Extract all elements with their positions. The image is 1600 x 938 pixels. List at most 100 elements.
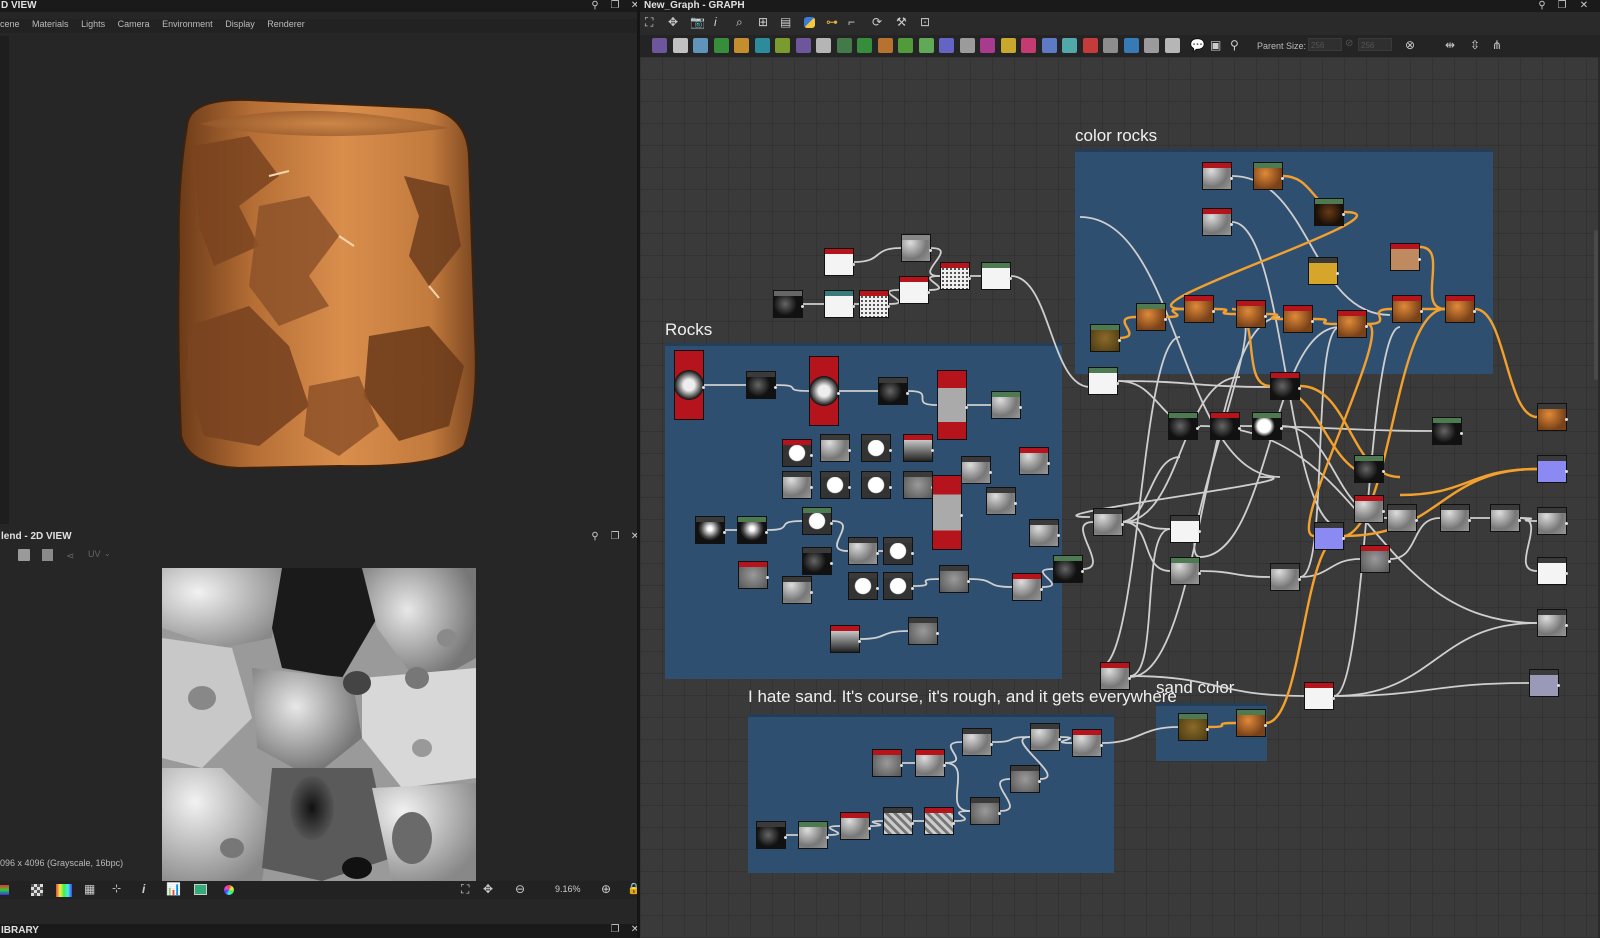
node-output-port[interactable] [830,562,833,565]
graph-wire[interactable] [944,741,963,764]
node-output-port[interactable] [1557,684,1560,687]
node-output-port[interactable] [1281,177,1284,180]
search-icon[interactable]: ⌕ [736,15,743,30]
node-library-icon[interactable] [672,38,688,53]
zoom-in-icon[interactable]: ⊕ [601,882,611,896]
graph-node[interactable] [1093,508,1124,536]
menu-lights[interactable]: Lights [81,19,105,29]
node-output-port[interactable] [1128,677,1131,680]
node-output-port[interactable] [810,454,813,457]
graph-node[interactable] [962,728,993,756]
graph-node[interactable] [824,290,855,318]
graph-node[interactable] [899,276,930,304]
menu-materials[interactable]: Materials [32,19,69,29]
document-icon[interactable]: ▤ [780,15,791,29]
graph-node[interactable] [782,439,813,467]
graph-node[interactable] [1537,455,1568,483]
pin-icon[interactable]: ⚲ [589,531,601,543]
node-library-icon[interactable] [693,38,708,53]
frame-icon[interactable]: ▣ [1210,38,1221,52]
graph-node[interactable] [820,434,851,462]
graph-node[interactable] [1387,504,1418,532]
graph-node[interactable] [1252,412,1283,440]
node-output-port[interactable] [1565,572,1568,575]
graph-node[interactable] [1490,504,1521,532]
node-output-port[interactable] [810,486,813,489]
node-output-port[interactable] [1415,519,1418,522]
node-library-icon[interactable] [980,38,995,53]
node-library-icon[interactable] [877,38,893,53]
node-output-port[interactable] [1058,738,1061,741]
graph-node[interactable] [932,475,963,550]
graph-node[interactable] [798,821,829,849]
node-output-port[interactable] [927,291,930,294]
graph-node[interactable] [872,749,903,777]
graph-node[interactable] [1236,300,1267,328]
node-library-icon[interactable] [1000,38,1016,53]
graph-node[interactable] [1090,324,1121,352]
node-library-icon[interactable] [1062,38,1077,53]
node-output-port[interactable] [1206,728,1209,731]
node-output-port[interactable] [1230,177,1233,180]
graph-wire[interactable] [1333,622,1538,697]
fit-view-icon[interactable]: ⛶ [461,882,469,897]
graph-wire[interactable] [1041,568,1054,588]
graph-node[interactable] [1202,162,1233,190]
graph-wire[interactable] [1129,316,1281,678]
node-output-port[interactable] [810,591,813,594]
graph-node[interactable] [1170,557,1201,585]
export-icon[interactable]: ⊡ [920,15,930,29]
graph-node[interactable] [1537,507,1568,535]
node-output-port[interactable] [952,822,955,825]
graph-node[interactable] [848,537,879,565]
graph-node[interactable] [883,537,914,565]
uv-dropdown[interactable]: UV [88,549,101,559]
node-output-port[interactable] [1565,418,1568,421]
menu-environment[interactable]: Environment [162,19,213,29]
graph-node[interactable] [1012,573,1043,601]
graph-node[interactable] [903,471,934,499]
graph-node[interactable] [820,471,851,499]
histogram-icon[interactable]: 📊 [166,882,181,896]
node-output-port[interactable] [858,640,861,643]
node-output-port[interactable] [889,449,892,452]
color-spectrum-icon[interactable] [56,884,72,897]
graph-node[interactable] [1072,729,1103,757]
graph-wire[interactable] [853,247,902,263]
node-output-port[interactable] [723,531,726,534]
node-output-port[interactable] [1298,578,1301,581]
node-output-port[interactable] [906,392,909,395]
graph-wire[interactable] [944,762,971,812]
graph-wire[interactable] [928,275,941,291]
node-library-icon[interactable] [1123,38,1139,53]
node-output-port[interactable] [900,764,903,767]
graph-node[interactable] [861,471,892,499]
image-icon[interactable] [194,884,207,895]
graph-wire[interactable] [1129,528,1171,677]
comment-icon[interactable]: 💬 [1190,38,1205,52]
graph-node[interactable] [1354,495,1385,523]
graph-node[interactable] [840,812,871,840]
node-output-port[interactable] [784,836,787,839]
pan-icon[interactable]: ✥ [483,882,493,896]
node-output-port[interactable] [1164,318,1167,321]
graph-node[interactable] [859,290,890,318]
graph-node[interactable] [746,371,777,399]
graph-node[interactable] [1270,372,1301,400]
maximize-icon[interactable]: ❐ [1556,0,1568,12]
graph-node[interactable] [809,356,840,426]
graph-node[interactable] [1136,303,1167,331]
chevron-down-icon[interactable]: ⌄ [104,549,111,558]
graph-node[interactable] [1253,162,1284,190]
node-output-port[interactable] [1342,213,1345,216]
graph-wire[interactable] [907,390,938,406]
node-output-port[interactable] [1118,339,1121,342]
node-library-icon[interactable] [857,38,872,53]
graph-node[interactable] [981,262,1012,290]
graph-node[interactable] [1029,519,1060,547]
node-output-port[interactable] [887,305,890,308]
node-output-port[interactable] [1264,724,1267,727]
node-library-icon[interactable] [1103,38,1118,53]
node-output-port[interactable] [1057,534,1060,537]
graph-node[interactable] [883,807,914,835]
